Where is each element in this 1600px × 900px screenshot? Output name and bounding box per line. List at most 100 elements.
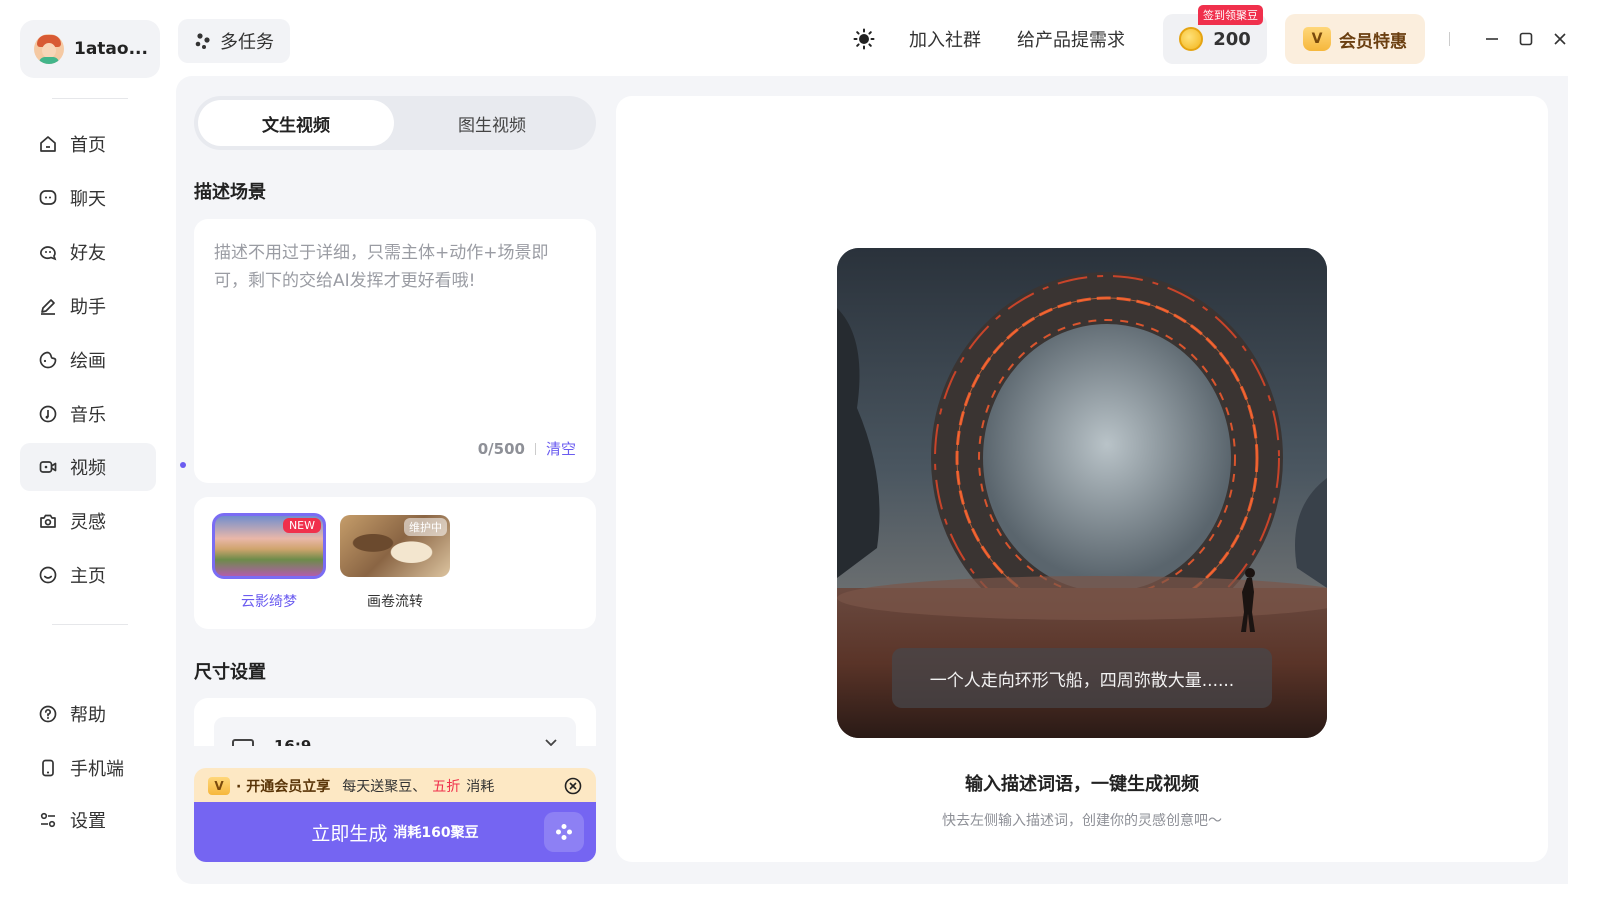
help-icon (39, 705, 57, 723)
close-icon[interactable] (1550, 29, 1570, 49)
video-icon (39, 461, 57, 473)
empty-state-subtitle: 快去左侧输入描述词，创建你的灵感创意吧～ (942, 813, 1222, 829)
user-chip[interactable]: 1atao... (20, 20, 160, 78)
sidebar-item-label: 视频 (70, 458, 106, 479)
phone-icon (42, 759, 54, 777)
pen-icon (41, 299, 55, 315)
user-name: 1atao... (74, 39, 148, 59)
vip-promo-banner[interactable]: V · 开通会员立享 每天送聚豆、 五折 消耗 (194, 768, 596, 804)
sidebar-item-video[interactable]: 视频 (20, 443, 156, 491)
style-thumbnail: NEW (212, 513, 326, 579)
vip-discount-text: 五折 (432, 779, 461, 795)
home-icon (40, 136, 56, 152)
music-icon (39, 405, 57, 423)
smile-icon (39, 566, 57, 584)
size-section-title: 尺寸设置 (194, 662, 266, 683)
sidebar-item-label: 灵感 (70, 512, 106, 533)
tab-text-to-video[interactable]: 文生视频 (198, 100, 394, 146)
multitask-button[interactable]: 多任务 (178, 19, 290, 63)
scene-placeholder: 描述不用过于详细，只需主体+动作+场景即可，剩下的交给AI发挥才更好看哦! (214, 243, 549, 291)
empty-state-title: 输入描述词语，一键生成视频 (965, 774, 1199, 795)
vip-offer-label: 会员特惠 (1339, 31, 1407, 52)
scene-section-title: 描述场景 (194, 182, 266, 203)
generate-button[interactable]: 立即生成 消耗160聚豆 (194, 802, 596, 862)
ratio-icon (232, 739, 254, 746)
minimize-icon[interactable] (1482, 29, 1502, 49)
sidebar-item-label: 绘画 (70, 351, 106, 372)
join-community-link[interactable]: 加入社群 (909, 26, 981, 52)
size-settings: 16:9 (194, 698, 596, 746)
scene-description-input[interactable]: 描述不用过于详细，只需主体+动作+场景即可，剩下的交给AI发挥才更好看哦! 0/… (194, 219, 596, 483)
sidebar-item-label: 手机端 (70, 759, 124, 780)
settings-icon (40, 812, 56, 828)
sidebar-item-music[interactable]: 音乐 (20, 390, 156, 438)
coin-icon (1179, 27, 1204, 51)
beans-button[interactable]: 200 签到领聚豆 (1163, 5, 1267, 64)
clear-button[interactable]: 清空 (546, 438, 576, 459)
style-option-cloud-dream[interactable]: NEW 云影绮梦 (212, 513, 326, 611)
sidebar-item-help[interactable]: 帮助 (20, 690, 156, 738)
sidebar-item-label: 好友 (70, 243, 106, 264)
maximize-icon[interactable] (1516, 29, 1536, 49)
style-picker: NEW 云影绮梦 维护中 画卷流转 (194, 497, 596, 629)
sidebar-item-label: 设置 (70, 811, 106, 832)
beans-count: 200 (1213, 28, 1251, 50)
active-indicator-dot (180, 462, 186, 468)
friends-icon (40, 246, 57, 261)
ratio-select[interactable]: 16:9 (214, 717, 576, 746)
theme-toggle-icon[interactable] (853, 28, 875, 50)
generate-label: 立即生成 (311, 822, 388, 845)
style-option-scroll[interactable]: 维护中 画卷流转 (340, 515, 450, 611)
vip-badge-icon: V (208, 777, 230, 795)
sidebar-item-mobile[interactable]: 手机端 (20, 744, 156, 792)
style-thumbnail: 维护中 (340, 515, 450, 577)
chevron-down-icon (545, 739, 557, 746)
example-preview-image: 一个人走向环形飞船，四周弥散大量...... (837, 248, 1327, 738)
sparkle-icon (544, 812, 584, 852)
vip-perk-suffix: 消耗 (466, 779, 495, 795)
multitask-icon (195, 33, 210, 49)
sidebar-item-friends[interactable]: 好友 (20, 228, 156, 276)
description-footer: 0/500 清空 (478, 438, 576, 459)
sidebar-item-label: 音乐 (70, 405, 106, 426)
avatar (34, 34, 64, 64)
window-controls-divider (1449, 32, 1450, 46)
sidebar-item-painting[interactable]: 绘画 (20, 336, 156, 384)
sidebar-item-label: 主页 (70, 566, 106, 587)
sidebar-item-settings[interactable]: 设置 (20, 796, 156, 844)
sidebar-item-inspiration[interactable]: 灵感 (20, 497, 156, 545)
maintenance-badge: 维护中 (404, 518, 447, 536)
vip-offer-button[interactable]: V 会员特惠 (1285, 14, 1425, 64)
tab-image-to-video[interactable]: 图生视频 (394, 100, 590, 146)
footer-divider (534, 442, 536, 455)
char-counter: 0/500 (477, 439, 525, 458)
new-badge: NEW (282, 518, 321, 533)
camera-icon (40, 514, 56, 528)
vip-perk-text: 每天送聚豆、 (342, 779, 427, 795)
sidebar-item-label: 聊天 (70, 189, 106, 210)
style-label: 云影绮梦 (241, 594, 297, 610)
sidebar-item-label: 首页 (70, 135, 106, 156)
close-banner-icon[interactable] (564, 777, 582, 795)
sidebar-item-assistant[interactable]: 助手 (20, 282, 156, 330)
preview-caption: 一个人走向环形飞船，四周弥散大量...... (892, 648, 1272, 708)
style-label: 画卷流转 (367, 594, 423, 610)
sidebar-divider (52, 624, 128, 625)
sidebar-item-chat[interactable]: 聊天 (20, 174, 156, 222)
ratio-value: 16:9 (274, 737, 312, 746)
checkin-badge[interactable]: 签到领聚豆 (1198, 5, 1263, 25)
sidebar-item-label: 助手 (70, 297, 106, 318)
chat-icon (39, 190, 57, 205)
sidebar-item-home[interactable]: 首页 (20, 120, 156, 168)
sidebar-item-profile[interactable]: 主页 (20, 551, 156, 599)
feedback-link[interactable]: 给产品提需求 (1017, 26, 1125, 52)
sidebar-divider (52, 98, 128, 99)
sidebar-item-label: 帮助 (70, 705, 106, 726)
generate-cost: 消耗160聚豆 (393, 825, 479, 841)
paint-icon (39, 351, 57, 369)
mode-tabs: 文生视频 图生视频 (194, 96, 596, 150)
top-actions: 加入社群 给产品提需求 200 签到领聚豆 V 会员特惠 (853, 5, 1570, 64)
vip-crown-icon: V (1303, 27, 1331, 51)
vip-open-text: · 开通会员立享 (236, 779, 331, 795)
multitask-label: 多任务 (220, 32, 274, 53)
